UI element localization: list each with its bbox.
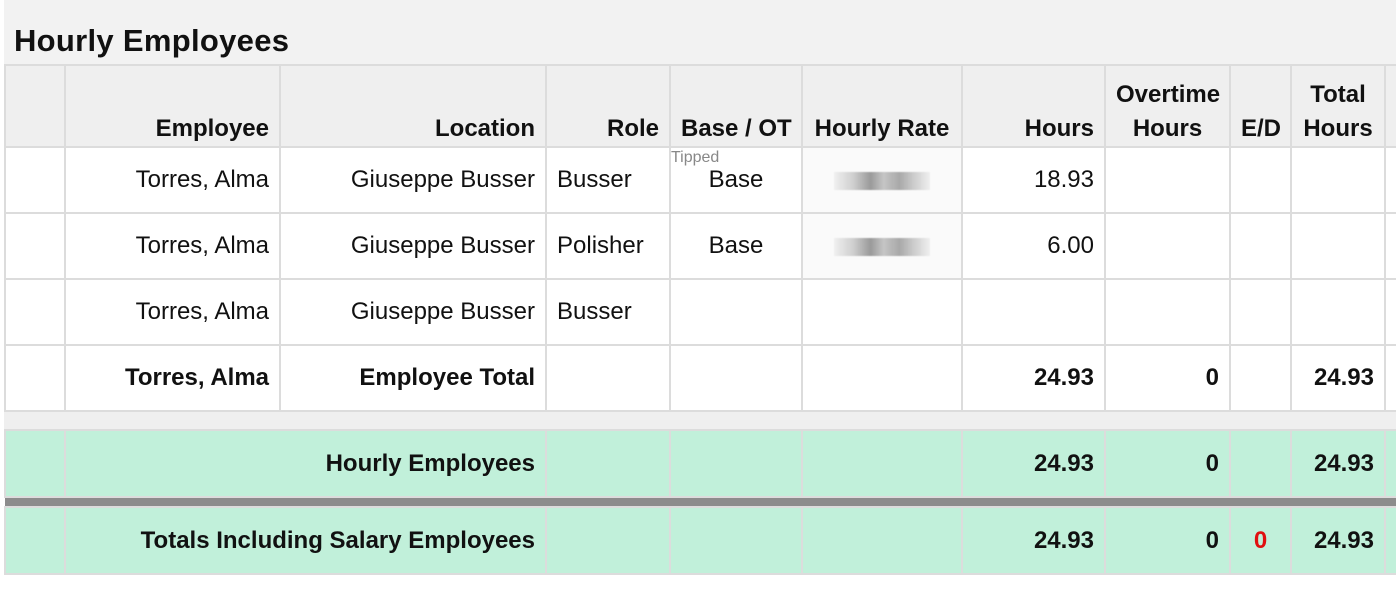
- grand-total-overtime: 0: [1104, 506, 1231, 575]
- location-cell: Giuseppe Busser: [279, 278, 547, 346]
- employee-total-label: Employee Total: [279, 344, 547, 412]
- employee-cell: Torres, Alma: [64, 146, 281, 214]
- hourly-total-row: Hourly Employees 24.93 0 24.93: [4, 429, 1396, 498]
- row-select-cell: [4, 344, 66, 412]
- employee-cell: Torres, Alma: [64, 212, 281, 280]
- ed-cell: [1229, 429, 1292, 498]
- grand-total-ed: 0: [1229, 506, 1292, 575]
- header-select: [4, 64, 66, 148]
- hourly-total-overtime: 0: [1104, 429, 1231, 498]
- top-band: [4, 0, 1396, 17]
- table-row[interactable]: Torres, Alma Giuseppe Busser Polisher Ba…: [4, 212, 1396, 280]
- base-ot-cell: [669, 278, 803, 346]
- header-location[interactable]: Location: [279, 64, 547, 148]
- header-overtime-line2: Hours: [1132, 115, 1203, 142]
- location-cell: Giuseppe Busser: [279, 212, 547, 280]
- header-row: Employee Location Role Base / OT Hourly …: [4, 64, 1396, 148]
- tipped-label: Tipped: [671, 149, 720, 166]
- total-hours-cell: [1290, 278, 1386, 346]
- header-employee[interactable]: Employee: [64, 64, 281, 148]
- base-ot-cell: [669, 344, 803, 412]
- grand-total-total: 24.93: [1290, 506, 1386, 575]
- base-ot-cell: [669, 429, 803, 498]
- divider-row: [5, 497, 1396, 507]
- redacted-rate: [834, 171, 930, 190]
- role-cell: Busser: [545, 278, 671, 346]
- overflow-cell: [1384, 429, 1396, 498]
- grand-total-label: Totals Including Salary Employees: [64, 506, 547, 575]
- hourly-rate-cell: [801, 506, 963, 575]
- ed-cell: [1229, 278, 1292, 346]
- row-select-cell[interactable]: [4, 278, 66, 346]
- header-base-ot[interactable]: Base / OT: [669, 64, 803, 148]
- employee-total-overtime: 0: [1104, 344, 1231, 412]
- overtime-cell: [1104, 212, 1231, 280]
- hours-cell: 18.93: [961, 146, 1106, 214]
- location-cell: Giuseppe Busser: [279, 146, 547, 214]
- header-overtime-hours[interactable]: Overtime Hours: [1104, 64, 1231, 148]
- header-total-line1: Total: [1310, 81, 1366, 108]
- hours-cell: [961, 278, 1106, 346]
- header-ed[interactable]: E/D: [1229, 64, 1292, 148]
- header-hourly-rate[interactable]: Hourly Rate: [801, 64, 963, 148]
- employee-total-name: Torres, Alma: [64, 344, 281, 412]
- total-hours-cell: [1290, 212, 1386, 280]
- divider-bar: [5, 497, 1396, 507]
- header-total-hours[interactable]: Total Hours: [1290, 64, 1386, 148]
- hourly-rate-cell: [801, 212, 963, 280]
- header-overflow: [1384, 64, 1396, 148]
- employee-total-row: Torres, Alma Employee Total 24.93 0 24.9…: [4, 344, 1396, 412]
- spacer-cell: [4, 410, 1396, 431]
- role-cell: [545, 506, 671, 575]
- header-hours[interactable]: Hours: [961, 64, 1106, 148]
- employee-cell: Torres, Alma: [64, 278, 281, 346]
- base-ot-value: Base: [708, 166, 764, 193]
- base-ot-cell: Base: [669, 212, 803, 280]
- grand-total-row: Totals Including Salary Employees 24.93 …: [4, 506, 1396, 575]
- overflow-cell: [1384, 344, 1396, 412]
- hourly-rate-cell: [801, 429, 963, 498]
- employee-total-hours: 24.93: [961, 344, 1106, 412]
- header-overtime-line1: Overtime: [1116, 81, 1221, 108]
- redacted-rate: [834, 237, 930, 256]
- base-ot-cell: [669, 506, 803, 575]
- header-total-line2: Hours: [1303, 115, 1373, 142]
- hourly-rate-cell: [801, 278, 963, 346]
- header-role[interactable]: Role: [545, 64, 671, 148]
- hours-table: Employee Location Role Base / OT Hourly …: [4, 64, 1396, 575]
- ed-cell: [1229, 146, 1292, 214]
- role-cell: Polisher: [545, 212, 671, 280]
- ed-cell: [1229, 344, 1292, 412]
- grand-total-hours: 24.93: [961, 506, 1106, 575]
- section-title: Hourly Employees: [14, 23, 290, 58]
- hourly-rate-cell: [801, 344, 963, 412]
- section-header: Hourly Employees: [4, 16, 1396, 65]
- overtime-cell: [1104, 146, 1231, 214]
- overflow-cell: [1384, 278, 1396, 346]
- role-cell: [545, 429, 671, 498]
- row-select-cell[interactable]: [4, 146, 66, 214]
- table-row[interactable]: Torres, Alma Giuseppe Busser Busser Tipp…: [4, 146, 1396, 214]
- total-hours-cell: [1290, 146, 1386, 214]
- role-cell: [545, 344, 671, 412]
- table-row[interactable]: Torres, Alma Giuseppe Busser Busser: [4, 278, 1396, 346]
- hourly-total-total: 24.93: [1290, 429, 1386, 498]
- spacer-row: [4, 410, 1396, 431]
- row-select-cell[interactable]: [4, 212, 66, 280]
- overflow-cell: [1384, 506, 1396, 575]
- hourly-total-label: Hourly Employees: [64, 429, 547, 498]
- hourly-employees-report: Hourly Employees Employee Location Role …: [0, 0, 1396, 602]
- hourly-rate-cell: [801, 146, 963, 214]
- overtime-cell: [1104, 278, 1231, 346]
- hourly-total-hours: 24.93: [961, 429, 1106, 498]
- hours-cell: 6.00: [961, 212, 1106, 280]
- overflow-cell: [1384, 212, 1396, 280]
- employee-total-total: 24.93: [1290, 344, 1386, 412]
- base-ot-cell: Tipped Base: [669, 146, 803, 214]
- ed-cell: [1229, 212, 1292, 280]
- overflow-cell: [1384, 146, 1396, 214]
- role-cell: Busser: [545, 146, 671, 214]
- row-select-cell: [4, 429, 66, 498]
- row-select-cell: [4, 506, 66, 575]
